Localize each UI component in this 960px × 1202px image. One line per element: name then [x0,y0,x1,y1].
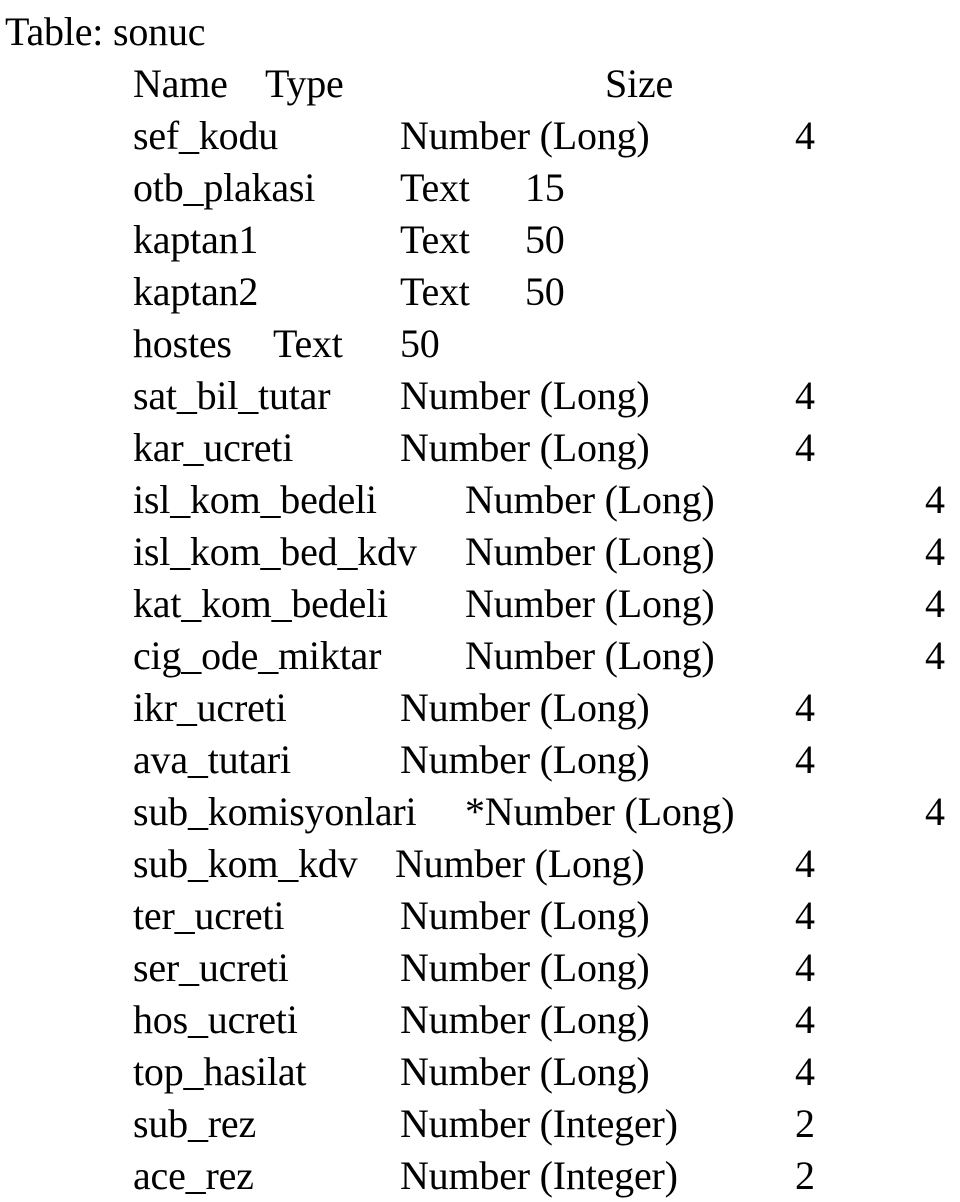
field-size: 2 [795,1101,815,1146]
field-name: ter_ucreti [133,893,285,938]
field-type: Number (Long) [395,841,645,886]
table-row: cig_ode_miktar Number (Long) 4 [0,630,960,682]
table-row: ikr_ucreti Number (Long) 4 [0,682,960,734]
schema-rows: sef_kodu Number (Long) 4 otb_plakasi Text 15 k… [0,110,960,1202]
field-type: Number (Long) [400,1049,650,1094]
field-name: hos_ucreti [133,997,298,1042]
field-name: ser_ucreti [133,945,289,990]
field-type: Text [400,269,470,314]
table-row: kar_ucreti Number (Long) 4 [0,422,960,474]
table-row: ava_tutari Number (Long) 4 [0,734,960,786]
field-type: Number (Long) [400,737,650,782]
field-name: kar_ucreti [133,425,294,470]
column-header-name: Name [133,61,228,106]
field-size: 50 [525,269,565,314]
field-name: cig_ode_miktar [133,633,382,678]
table-row: sub_komisyonlari *Number (Long) 4 [0,786,960,838]
field-type: Number (Long) [465,477,715,522]
field-type: *Number (Long) [465,789,735,834]
field-type: Text [400,217,470,262]
field-size: 4 [795,841,815,886]
table-row: ace_rez Number (Integer) 2 [0,1150,960,1202]
field-size: 2 [795,1153,815,1198]
table-row: top_hasilat Number (Long) 4 [0,1046,960,1098]
table-row: sub_rez Number (Integer) 2 [0,1098,960,1150]
field-type: Number (Long) [400,113,650,158]
schema-listing: Name Type Size sef_kodu Number (Long) 4 otb… [0,58,960,1202]
field-type: Text [273,321,343,366]
field-name: sef_kodu [133,113,279,158]
table-row: sef_kodu Number (Long) 4 [0,110,960,162]
table-row: kat_kom_bedeli Number (Long) 4 [0,578,960,630]
table-row: hos_ucreti Number (Long) 4 [0,994,960,1046]
field-name: top_hasilat [133,1049,307,1094]
field-size: 4 [795,997,815,1042]
field-size: 4 [795,113,815,158]
column-header-type: Type [265,61,344,106]
field-name: kaptan2 [133,269,259,314]
field-size: 4 [795,425,815,470]
field-type: Text [400,165,470,210]
field-size: 4 [925,529,945,574]
field-name: isl_kom_bed_kdv [133,529,417,574]
field-name: kaptan1 [133,217,259,262]
field-name: otb_plakasi [133,165,316,210]
field-type: Number (Integer) [400,1153,678,1198]
table-row: kaptan1 Text 50 [0,214,960,266]
field-name: ace_rez [133,1153,254,1198]
field-name: sub_komisyonlari [133,789,417,834]
schema-header-row: Name Type Size [0,58,960,110]
field-name: hostes [133,321,232,366]
field-size: 4 [795,373,815,418]
field-type: Number (Long) [400,373,650,418]
table-row: isl_kom_bedeli Number (Long) 4 [0,474,960,526]
field-type: Number (Long) [400,997,650,1042]
field-size: 4 [925,581,945,626]
field-name: sub_kom_kdv [133,841,358,886]
table-row: ser_ucreti Number (Long) 4 [0,942,960,994]
field-size: 15 [525,165,565,210]
field-type: Number (Integer) [400,1101,678,1146]
field-name: sub_rez [133,1101,256,1146]
document-page: Table: sonuc Name Type Size sef_kodu Numb… [0,0,960,1198]
field-size: 50 [400,321,440,366]
field-name: kat_kom_bedeli [133,581,388,626]
table-row: hostes Text 50 [0,318,960,370]
table-row: isl_kom_bed_kdv Number (Long) 4 [0,526,960,578]
field-name: sat_bil_tutar [133,373,331,418]
field-type: Number (Long) [465,581,715,626]
field-size: 4 [795,737,815,782]
field-type: Number (Long) [400,945,650,990]
field-name: ikr_ucreti [133,685,287,730]
field-type: Number (Long) [465,633,715,678]
field-size: 50 [525,217,565,262]
field-type: Number (Long) [400,893,650,938]
field-type: Number (Long) [400,685,650,730]
table-row: otb_plakasi Text 15 [0,162,960,214]
table-row: sat_bil_tutar Number (Long) 4 [0,370,960,422]
table-row: ter_ucreti Number (Long) 4 [0,890,960,942]
table-row: kaptan2 Text 50 [0,266,960,318]
field-size: 4 [795,1049,815,1094]
field-size: 4 [925,789,945,834]
field-size: 4 [795,945,815,990]
column-header-size: Size [605,61,674,106]
field-size: 4 [925,633,945,678]
field-type: Number (Long) [465,529,715,574]
field-name: ava_tutari [133,737,291,782]
field-size: 4 [795,893,815,938]
field-type: Number (Long) [400,425,650,470]
table-row: sub_kom_kdv Number (Long) 4 [0,838,960,890]
page-title: Table: sonuc [5,9,206,54]
field-size: 4 [925,477,945,522]
field-size: 4 [795,685,815,730]
field-name: isl_kom_bedeli [133,477,377,522]
